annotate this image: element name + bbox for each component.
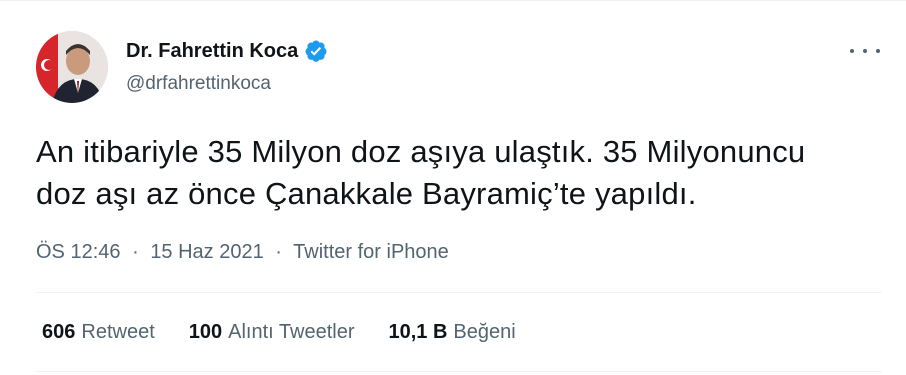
likes-label: Beğeni <box>453 321 516 343</box>
author-name-row: Dr. Fahrettin Koca <box>126 39 328 63</box>
quotes-stat[interactable]: 100 Alıntı Tweetler <box>189 321 355 344</box>
author-handle[interactable]: @drfahrettinkoca <box>126 73 271 95</box>
retweets-label: Retweet <box>81 321 155 343</box>
likes-stat[interactable]: 10,1 B Beğeni <box>388 321 515 344</box>
dot-icon <box>876 49 880 53</box>
retweets-stat[interactable]: 606 Retweet <box>42 321 155 344</box>
quotes-label: Alıntı Tweetler <box>228 321 355 343</box>
tweet-source[interactable]: Twitter for iPhone <box>293 241 449 263</box>
retweets-count: 606 <box>42 321 76 343</box>
tweet-card: Dr. Fahrettin Koca @drfahrettinkoca An i… <box>0 0 906 375</box>
likes-count: 10,1 B <box>388 321 448 343</box>
divider <box>36 371 882 372</box>
quotes-count: 100 <box>188 321 223 343</box>
tweet-text: An itibariyle 35 Milyon doz aşıya ulaştı… <box>36 134 806 211</box>
tweet-date[interactable]: 15 Haz 2021 <box>150 241 263 263</box>
dot-icon <box>863 49 867 53</box>
avatar[interactable] <box>36 31 108 103</box>
tweet-meta: ÖS 12:46 · 15 Haz 2021 · Twitter for iPh… <box>36 241 449 264</box>
verified-badge-icon <box>305 40 327 62</box>
dot-icon <box>850 49 854 53</box>
more-options-icon[interactable] <box>850 41 880 61</box>
tweet-stats: 606 Retweet 100 Alıntı Tweetler 10,1 B B… <box>42 321 516 344</box>
author-name[interactable]: Dr. Fahrettin Koca <box>126 40 298 63</box>
meta-separator: · <box>275 241 282 263</box>
tweet-time[interactable]: ÖS 12:46 <box>36 241 121 263</box>
avatar-image <box>36 31 108 103</box>
divider <box>36 292 882 293</box>
meta-separator: · <box>132 241 139 263</box>
